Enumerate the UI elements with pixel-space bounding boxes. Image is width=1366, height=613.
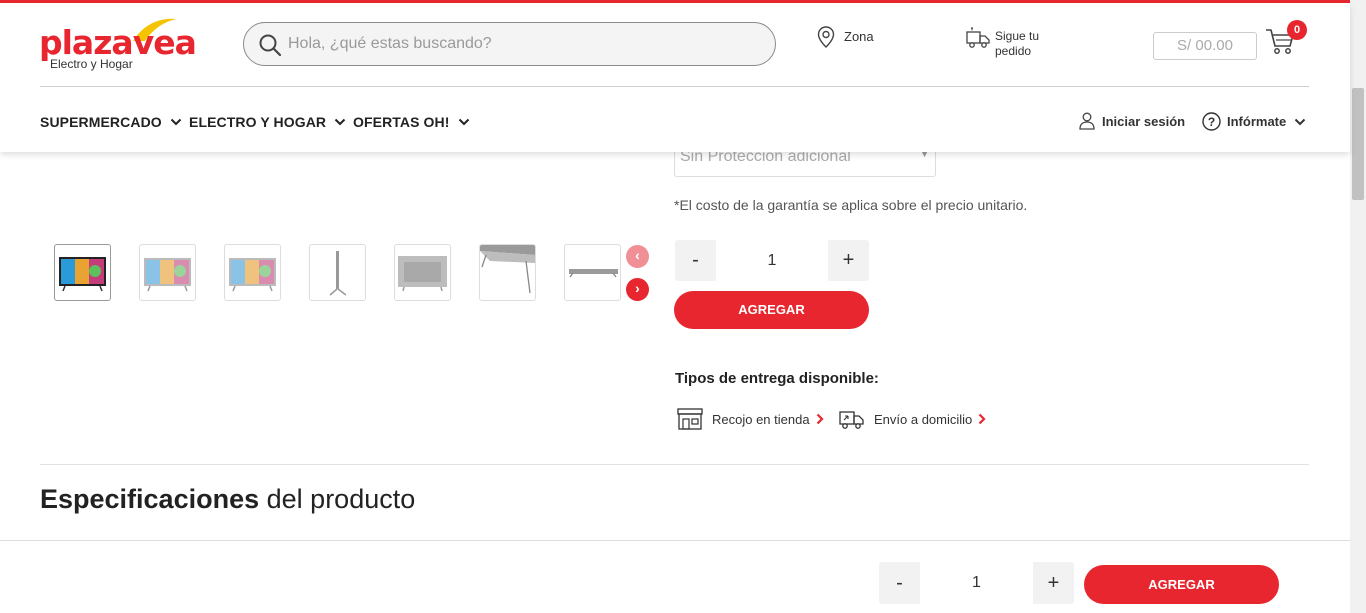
tv-front-image <box>229 258 276 292</box>
product-thumbnail[interactable] <box>394 244 451 301</box>
nav-item-supermercado[interactable]: SUPERMERCADO <box>40 114 182 130</box>
thumbnails-prev-button[interactable]: ‹ <box>626 245 649 268</box>
tv-angle-image <box>480 245 535 294</box>
plazavea-logo[interactable]: plazavea Electro y Hogar <box>39 17 197 77</box>
thumbnails-next-button[interactable]: › <box>626 278 649 301</box>
delivery-option-home[interactable]: Envío a domicilio <box>838 407 986 431</box>
decrease-quantity-button[interactable]: - <box>879 562 920 604</box>
svg-text:?: ? <box>1208 115 1215 129</box>
chevron-right-icon <box>979 413 986 425</box>
warranty-note: *El costo de la garantía se aplica sobre… <box>674 197 1028 213</box>
header-divider <box>40 86 1309 87</box>
site-header: plazavea Electro y Hogar Zona Sigue tu p… <box>0 3 1350 152</box>
tv-front-image <box>144 258 191 292</box>
product-thumbnail[interactable] <box>479 244 536 301</box>
section-divider <box>40 464 1309 465</box>
add-to-cart-button[interactable]: AGREGAR <box>674 291 869 329</box>
product-thumbnail[interactable] <box>54 244 111 301</box>
chevron-down-icon <box>458 118 469 126</box>
cart-total[interactable]: S/ 00.00 <box>1153 32 1257 60</box>
quantity-value[interactable]: 1 <box>920 562 1033 604</box>
decrease-quantity-button[interactable]: - <box>675 240 716 281</box>
help-circle-icon: ? <box>1202 112 1221 131</box>
chevron-down-icon <box>170 118 181 126</box>
delivery-option-pickup[interactable]: Recojo en tienda <box>676 407 824 431</box>
sticky-quantity-stepper: - 1 + <box>879 562 1074 604</box>
informate-menu[interactable]: ? Infórmate <box>1202 112 1306 131</box>
logo-subtitle: Electro y Hogar <box>50 57 133 71</box>
login-label: Iniciar sesión <box>1102 113 1186 129</box>
delivery-truck-icon <box>966 27 990 48</box>
nav-item-label: ELECTRO Y HOGAR <box>189 114 327 130</box>
specifications-heading-rest: del producto <box>266 484 416 514</box>
track-order-label: Sigue tu pedido <box>995 29 1040 58</box>
cart-count-badge: 0 <box>1287 20 1307 40</box>
login-link[interactable]: Iniciar sesión <box>1079 112 1185 130</box>
increase-quantity-button[interactable]: + <box>1033 562 1074 604</box>
chevron-down-icon <box>334 118 346 126</box>
specifications-heading-bold: Especificaciones <box>40 484 260 514</box>
user-icon <box>1079 112 1095 130</box>
scrollbar-thumb[interactable] <box>1352 88 1364 200</box>
chevron-right-icon: › <box>635 280 640 296</box>
sticky-add-to-cart-button[interactable]: AGREGAR <box>1084 565 1279 604</box>
nav-item-label: SUPERMERCADO <box>40 114 162 130</box>
delivery-option-label: Envío a domicilio <box>874 411 973 427</box>
nav-item-ofertas-oh[interactable]: OFERTAS OH! <box>353 114 470 130</box>
chevron-right-icon <box>816 413 824 425</box>
chevron-left-icon: ‹ <box>635 247 640 263</box>
product-thumbnail[interactable] <box>309 244 366 301</box>
search-input[interactable] <box>288 33 758 55</box>
zona-selector[interactable]: Zona <box>816 25 874 51</box>
product-thumbnail[interactable] <box>139 244 196 301</box>
quantity-value[interactable]: 1 <box>716 240 828 281</box>
search-icon[interactable] <box>258 33 282 57</box>
nav-item-electro-hogar[interactable]: ELECTRO Y HOGAR <box>189 114 346 130</box>
chevron-down-icon <box>1295 118 1306 125</box>
product-thumbnail[interactable] <box>564 244 621 301</box>
tv-side-image <box>329 251 347 296</box>
home-delivery-truck-icon <box>839 411 864 429</box>
nav-item-label: OFERTAS OH! <box>353 114 450 130</box>
tv-top-image <box>569 269 618 278</box>
product-thumbnail[interactable] <box>224 244 281 301</box>
store-pickup-icon <box>677 408 703 430</box>
track-order-link[interactable]: Sigue tu pedido <box>965 26 1055 59</box>
delivery-types-title: Tipos de entrega disponible: <box>675 370 879 387</box>
delivery-option-label: Recojo en tienda <box>712 411 810 427</box>
search-bar[interactable] <box>243 22 776 66</box>
increase-quantity-button[interactable]: + <box>828 240 869 281</box>
quantity-stepper: - 1 + <box>675 240 869 281</box>
tv-front-image <box>59 257 106 292</box>
page-scrollbar[interactable] <box>1350 0 1366 613</box>
specifications-heading: Especificaciones del producto <box>40 484 415 515</box>
tv-back-image <box>398 256 447 292</box>
location-pin-icon <box>817 26 835 48</box>
informate-label: Infórmate <box>1227 114 1287 129</box>
zona-label: Zona <box>844 29 874 44</box>
